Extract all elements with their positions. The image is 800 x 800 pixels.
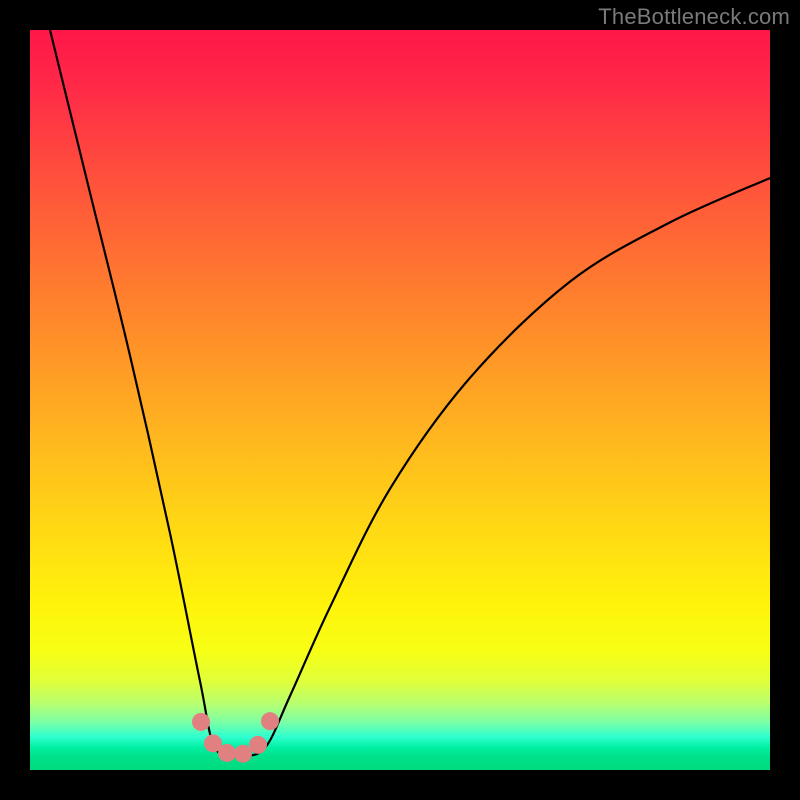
valley-marker xyxy=(218,744,236,762)
chart-frame: TheBottleneck.com xyxy=(0,0,800,800)
valley-marker xyxy=(249,736,267,754)
watermark-label: TheBottleneck.com xyxy=(598,4,790,30)
valley-marker xyxy=(234,745,252,763)
valley-marker xyxy=(192,713,210,731)
plot-area xyxy=(30,30,770,770)
valley-marker xyxy=(261,712,279,730)
valley-markers xyxy=(30,30,770,770)
